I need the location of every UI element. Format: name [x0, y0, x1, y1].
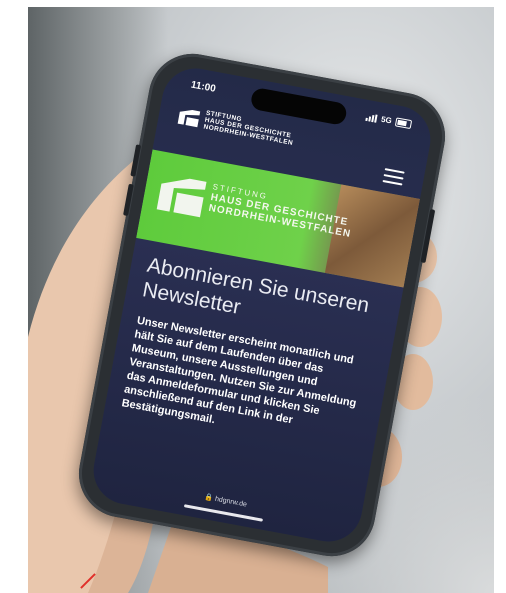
url-text: hdgnrw.de	[214, 495, 248, 509]
banner-logo-icon	[156, 178, 207, 218]
banner-text: STIFTUNG HAUS DER GESCHICHTE NORDRHEIN-W…	[208, 181, 356, 240]
status-indicators: 5G	[365, 112, 413, 130]
signal-icon	[365, 112, 378, 123]
logo-text[interactable]: STIFTUNG HAUS DER GESCHICHTE NORDRHEIN-W…	[203, 110, 296, 147]
battery-icon	[394, 117, 413, 130]
logo-icon[interactable]	[175, 106, 202, 130]
status-time: 11:00	[189, 79, 217, 95]
network-label: 5G	[380, 114, 393, 126]
lock-icon: 🔒	[203, 493, 214, 503]
menu-icon[interactable]	[382, 168, 405, 186]
